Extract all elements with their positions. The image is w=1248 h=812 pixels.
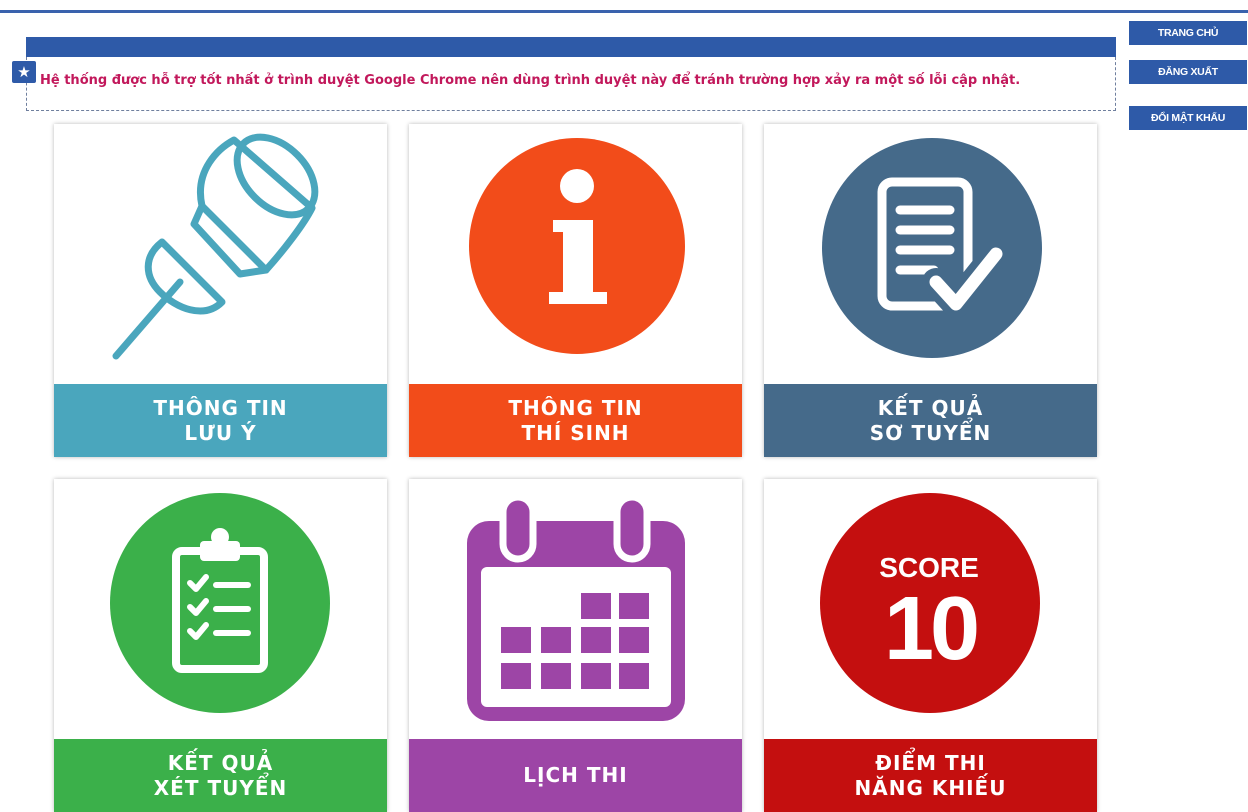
- tile-candidate-info[interactable]: THÔNG TIN THÍ SINH: [409, 124, 742, 457]
- tile-label-line: THÔNG TIN: [153, 395, 288, 420]
- tile-label-line: NĂNG KHIẾU: [854, 775, 1007, 800]
- tile-aptitude-score[interactable]: SCORE 10 ĐIỂM THI NĂNG KHIẾU: [764, 479, 1097, 812]
- change-password-button[interactable]: ĐỔI MẬT KHẨU: [1129, 106, 1247, 130]
- document-check-icon: [822, 138, 1042, 358]
- tile-exam-schedule-label: LỊCH THI: [409, 739, 742, 812]
- tile-label-line: SƠ TUYỂN: [869, 420, 992, 445]
- tile-aptitude-score-label: ĐIỂM THI NĂNG KHIẾU: [764, 739, 1097, 812]
- tile-preliminary-result-label: KẾT QUẢ SƠ TUYỂN: [764, 384, 1097, 457]
- notice-text: Hệ thống được hỗ trợ tốt nhất ở trình du…: [40, 73, 1021, 88]
- tile-label-line: ĐIỂM THI: [875, 750, 986, 775]
- info-icon: [469, 138, 685, 354]
- tile-label-line: LỊCH THI: [523, 763, 628, 787]
- tile-label-line: THÍ SINH: [521, 420, 630, 445]
- tile-label-line: THÔNG TIN: [508, 395, 643, 420]
- tile-label-line: LƯU Ý: [184, 420, 257, 445]
- tile-admission-result[interactable]: KẾT QUẢ XÉT TUYỂN: [54, 479, 387, 812]
- tile-admission-result-label: KẾT QUẢ XÉT TUYỂN: [54, 739, 387, 812]
- tile-candidate-info-label: THÔNG TIN THÍ SINH: [409, 384, 742, 457]
- tile-exam-schedule[interactable]: LỊCH THI: [409, 479, 742, 812]
- tile-preliminary-result[interactable]: KẾT QUẢ SƠ TUYỂN: [764, 124, 1097, 457]
- star-icon: ★: [12, 61, 36, 83]
- logout-button[interactable]: ĐĂNG XUẤT: [1129, 60, 1247, 84]
- tile-label-line: XÉT TUYỂN: [153, 775, 288, 800]
- clipboard-checklist-icon: [110, 493, 330, 713]
- tile-label-line: KẾT QUẢ: [877, 395, 984, 420]
- score-badge-icon: SCORE 10: [820, 493, 1040, 713]
- top-rule: [0, 10, 1248, 13]
- pushpin-icon: [112, 133, 319, 360]
- home-button[interactable]: TRANG CHỦ: [1129, 21, 1247, 45]
- score-badge-number: 10: [884, 579, 977, 679]
- calendar-icon: [467, 493, 685, 721]
- tile-notes-label: THÔNG TIN LƯU Ý: [54, 384, 387, 457]
- tile-notes[interactable]: THÔNG TIN LƯU Ý: [54, 124, 387, 457]
- notice-header-bar: [26, 37, 1116, 57]
- tile-label-line: KẾT QUẢ: [167, 750, 274, 775]
